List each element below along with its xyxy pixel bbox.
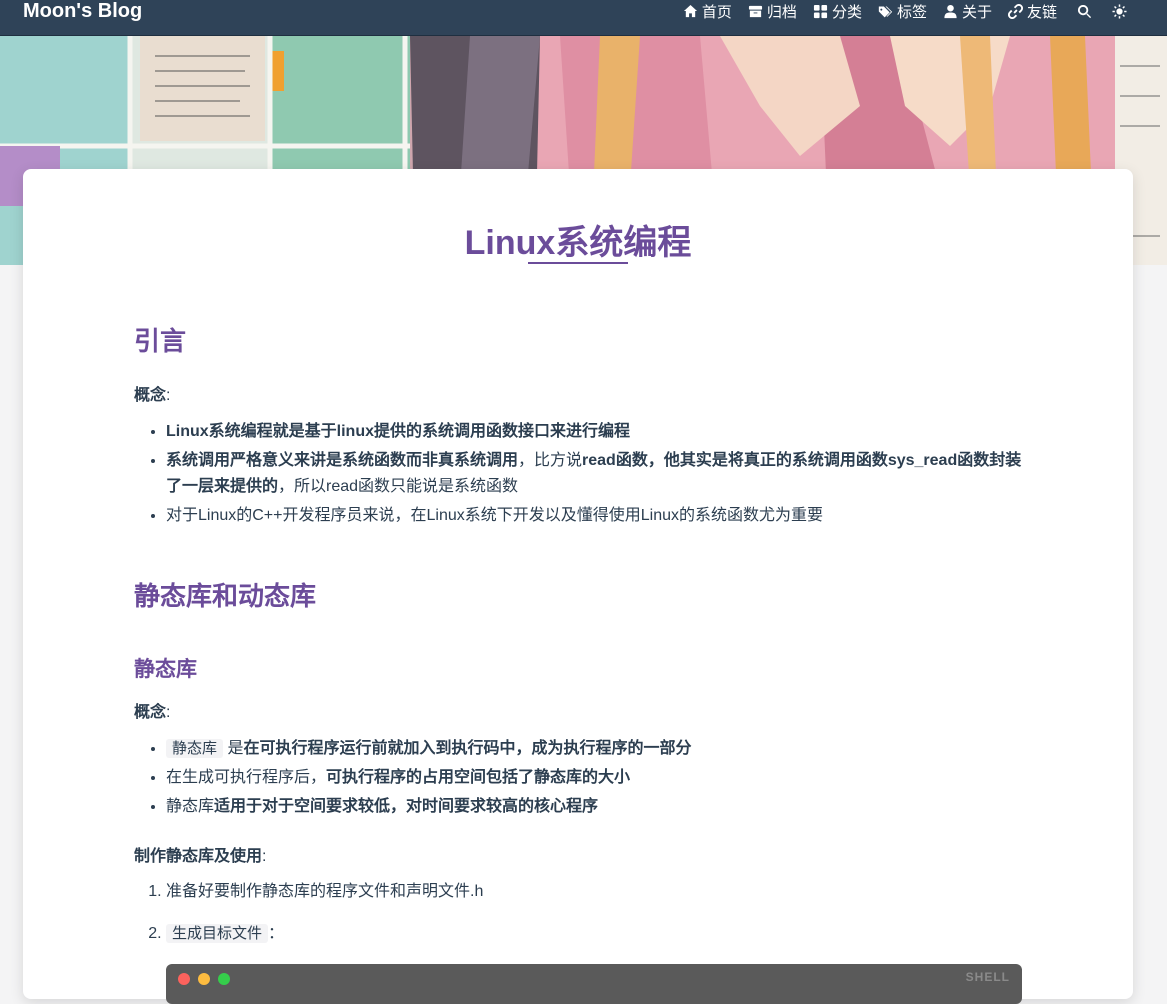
static-bullet-3-bold: 适用于对于空间要求较低，对时间要求较高的核心程序 (214, 798, 599, 815)
inline-code: 生成目标文件 (166, 924, 269, 943)
intro-bullet-2-text-2: ，所以read函数只能说是系统函数 (278, 478, 519, 495)
intro-bullet-1: Linux系统编程就是基于linux提供的系统调用函数接口来进行编程 (166, 423, 631, 440)
steps-list: 准备好要制作静态库的程序文件和声明文件.h 生成目标文件： (134, 879, 1026, 947)
sun-icon (1112, 4, 1127, 19)
title-underline (528, 262, 628, 264)
heading-intro: 引言 (134, 326, 187, 356)
static-bullet-1-text: 是 (223, 740, 244, 757)
nav-item-label: 友链 (1026, 4, 1057, 21)
intro-concept-label: 概念: (134, 381, 170, 405)
nav-item-label: 首页 (701, 4, 732, 21)
nav-item-label: 分类 (831, 4, 862, 21)
static-bullet-2-bold: 可执行程序的占用空间包括了静态库的大小 (326, 769, 631, 786)
heading-static-library: 静态库 (134, 658, 197, 681)
grid-icon (813, 4, 827, 19)
nav-menu: 首页 归档 分类 标签 关于 友链 (667, 0, 1127, 23)
colon: : (166, 387, 171, 404)
concept-label-text: 概念 (134, 387, 167, 404)
post-title: Linux系统编程 (464, 224, 692, 262)
post-card: Linux系统编程 引言 概念: Linux系统编程就是基于linux提供的系统… (23, 169, 1133, 1004)
static-bullet-1-bold: 在可执行程序运行前就加入到执行码中，成为执行程序的一部分 (243, 740, 692, 757)
make-static-label: 制作静态库及使用: (134, 842, 266, 866)
site-brand[interactable]: Moon's Blog (23, 0, 142, 23)
list-item: 准备好要制作静态库的程序文件和声明文件.h (166, 879, 1026, 905)
heading-libraries: 静态库和动态库 (134, 581, 317, 611)
minimize-dot-icon (198, 973, 210, 985)
link-icon (1007, 4, 1023, 19)
nav-item-home[interactable]: 首页 (683, 1, 732, 22)
tags-icon (878, 6, 893, 18)
nav-item-archive[interactable]: 归档 (748, 1, 797, 22)
colon: : (262, 848, 267, 865)
list-item: 在生成可执行程序后，可执行程序的占用空间包括了静态库的大小 (166, 765, 1026, 791)
step-1-text: 准备好要制作静态库的程序文件和声明文件.h (166, 883, 484, 900)
intro-bullet-2-text-1: ，比方说 (518, 452, 583, 469)
home-icon (683, 4, 697, 18)
list-item: 静态库 是在可执行程序运行前就加入到执行码中，成为执行程序的一部分 (166, 736, 1026, 762)
list-item: 对于Linux的C++开发程序员来说，在Linux系统下开发以及懂得使用Linu… (166, 503, 1026, 529)
static-bullet-2-text: 在生成可执行程序后， (166, 769, 327, 786)
archive-icon (748, 5, 762, 18)
nav-item-about[interactable]: 关于 (943, 1, 992, 22)
list-item: 生成目标文件： (166, 921, 1026, 947)
nav-item-label: 标签 (896, 4, 927, 21)
static-list: 静态库 是在可执行程序运行前就加入到执行码中，成为执行程序的一部分 在生成可执行… (134, 736, 1026, 823)
static-concept-label: 概念: (134, 698, 170, 722)
nav-item-links[interactable]: 友链 (1007, 1, 1057, 22)
search-button[interactable] (1077, 4, 1092, 19)
colon: : (166, 704, 171, 721)
nav-item-categories[interactable]: 分类 (813, 1, 862, 22)
code-language-label: SHELL (965, 970, 1010, 984)
top-navbar: Moon's Blog 首页 归档 分类 标签 关于 友链 (0, 0, 1167, 36)
maximize-dot-icon (218, 973, 230, 985)
make-label-text: 制作静态库及使用 (134, 848, 263, 865)
static-bullet-3-text: 静态库 (166, 798, 215, 815)
close-dot-icon (178, 973, 190, 985)
step-2-colon: ： (268, 925, 285, 942)
list-item: Linux系统编程就是基于linux提供的系统调用函数接口来进行编程 (166, 419, 1026, 445)
intro-list: Linux系统编程就是基于linux提供的系统调用函数接口来进行编程 系统调用严… (134, 419, 1026, 532)
nav-item-label: 归档 (766, 4, 797, 21)
nav-item-tags[interactable]: 标签 (878, 1, 927, 22)
search-icon (1077, 4, 1092, 19)
nav-item-label: 关于 (961, 4, 992, 21)
code-block: SHELL (166, 964, 1022, 1004)
list-item: 静态库适用于对于空间要求较低，对时间要求较高的核心程序 (166, 794, 1026, 820)
inline-code: 静态库 (166, 739, 224, 758)
intro-bullet-3: 对于Linux的C++开发程序员来说，在Linux系统下开发以及懂得使用Linu… (166, 507, 823, 524)
theme-toggle-button[interactable] (1112, 4, 1127, 19)
concept-label-text: 概念 (134, 704, 167, 721)
user-icon (944, 4, 957, 19)
list-item: 系统调用严格意义来讲是系统函数而非真系统调用，比方说read函数，他其实是将真正… (166, 448, 1026, 500)
intro-bullet-2-bold-1: 系统调用严格意义来讲是系统函数而非真系统调用 (166, 452, 519, 469)
